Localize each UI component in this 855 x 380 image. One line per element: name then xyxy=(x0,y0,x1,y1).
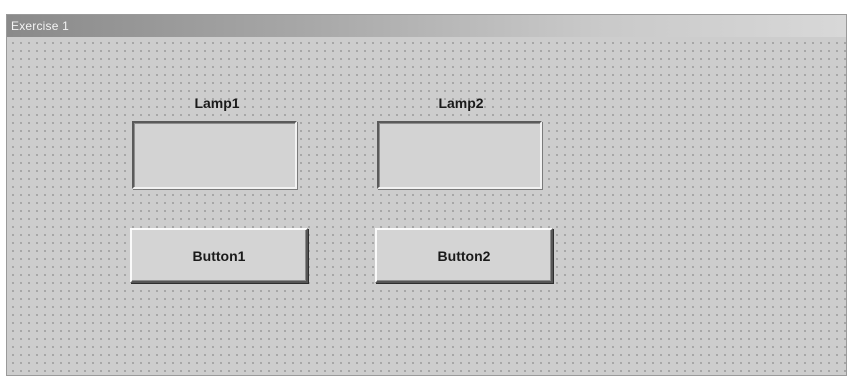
form-design-surface[interactable]: Lamp1 Lamp2 Button1 Button2 xyxy=(7,37,846,375)
lamp2-label: Lamp2 xyxy=(438,95,484,111)
lamp1-indicator xyxy=(132,121,297,189)
title-bar[interactable]: Exercise 1 xyxy=(7,15,846,37)
form-window: Exercise 1 Lamp1 Lamp2 Button1 Button2 xyxy=(6,14,847,376)
window-title: Exercise 1 xyxy=(11,19,70,33)
button2[interactable]: Button2 xyxy=(375,228,553,283)
lamp1-label: Lamp1 xyxy=(194,95,240,111)
lamp2-indicator xyxy=(377,121,542,189)
button1[interactable]: Button1 xyxy=(130,228,308,283)
